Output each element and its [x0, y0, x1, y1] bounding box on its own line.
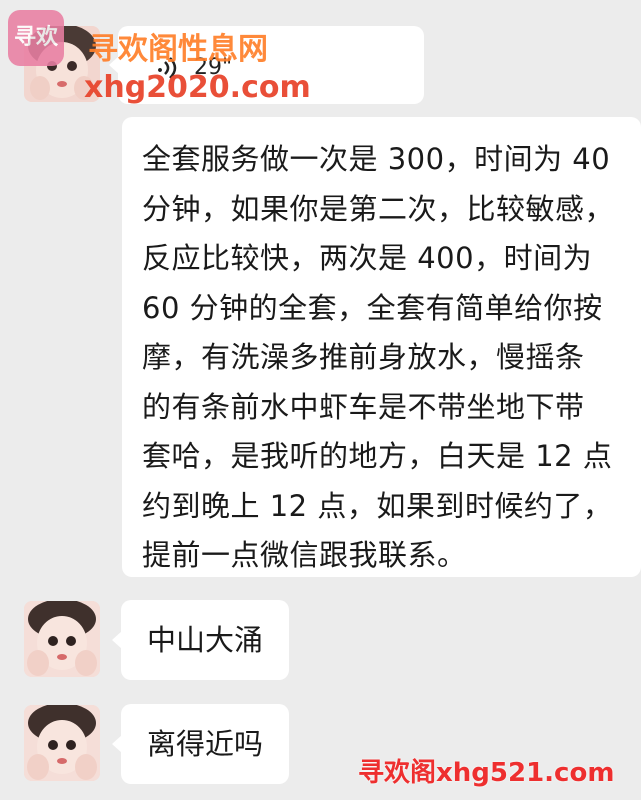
message-line: 全套服务做一次是 300，时间为 40 [142, 142, 611, 176]
app-logo: 寻欢 [8, 10, 64, 66]
message-line: 的有条前水中虾车是不带坐地下带 [142, 389, 585, 424]
text-message-bubble[interactable]: 离得近吗 [112, 704, 290, 784]
avatar[interactable] [24, 601, 100, 677]
message-text: 离得近吗 [147, 727, 264, 761]
message-line: 60 分钟的全套，全套有简单给你按 [142, 290, 603, 325]
bubble-tail [112, 631, 122, 649]
text-message-bubble[interactable]: 全套服务做一次是 300，时间为 40 分钟，如果你是第二次，比较敏感， 反应比… [122, 117, 641, 577]
avatar-image [24, 705, 100, 781]
watermark-site-name: 寻欢阁性息网 [88, 32, 268, 67]
watermark-bottom: 寻欢阁xhg521.com [358, 758, 615, 788]
watermark-top: 寻欢 寻欢阁性息网 xhg2020.com [8, 10, 311, 105]
watermark-url: xhg2020.com [84, 70, 311, 105]
text-message-bubble[interactable]: 中山大涌 [112, 600, 290, 680]
bubble-tail [112, 735, 122, 753]
message-line: 反应比较快，两次是 400，时间为 [142, 241, 593, 275]
message-line: 约到晚上 12 点，如果到时候约了， [142, 488, 613, 523]
message-text: 中山大涌 [147, 623, 264, 657]
message-line: 套哈，是我听的地方，白天是 12 点 [142, 439, 613, 473]
message-line: 提前一点微信跟我联系。 [142, 538, 467, 572]
message-line: 摩，有洗澡多推前身放水，慢摇条 [142, 340, 585, 374]
avatar[interactable] [24, 705, 100, 781]
message-line: 分钟，如果你是第二次，比较敏感， [142, 191, 615, 226]
avatar-image [24, 601, 100, 677]
